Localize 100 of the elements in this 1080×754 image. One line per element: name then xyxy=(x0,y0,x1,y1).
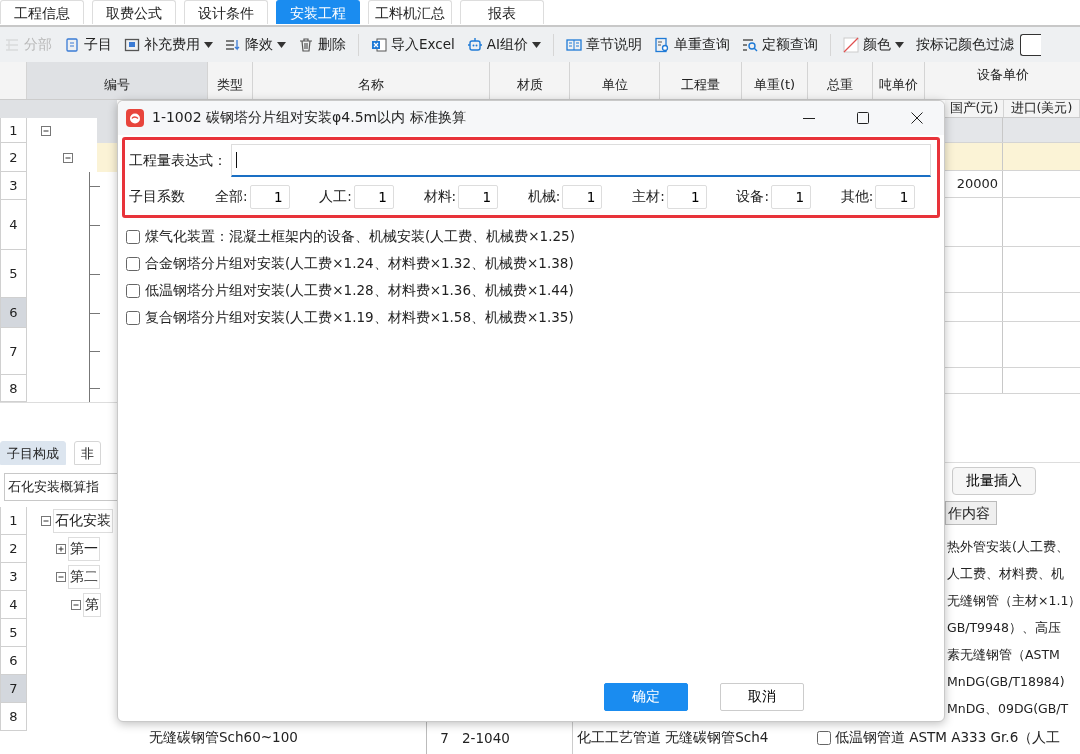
row-number: 3 xyxy=(0,172,27,200)
column-header: 类型 xyxy=(217,75,243,94)
window-icon xyxy=(124,36,140,53)
coefficient-field[interactable]: 1 xyxy=(666,185,707,209)
row-number: 1 xyxy=(0,118,27,143)
table-cell: 化工工艺管道 无缝碳钢管Sch4 xyxy=(572,722,807,754)
column-header: 国产(元) xyxy=(949,100,999,118)
row-number: 2 xyxy=(0,535,27,563)
field-label: 人工: xyxy=(319,188,352,206)
toolbar-button[interactable]: 降效 xyxy=(225,35,286,54)
table-cell-text: 2-1040 xyxy=(462,730,511,746)
close-icon xyxy=(911,112,923,124)
tree-item[interactable]: 第 xyxy=(83,593,101,617)
coefficient-field[interactable]: 1 xyxy=(875,185,916,209)
toolbar-button[interactable]: 导入Excel xyxy=(371,35,455,54)
coefficient-field[interactable]: 1 xyxy=(249,185,290,209)
toolbar-button[interactable]: 颜色 xyxy=(843,35,904,54)
tree-item[interactable]: 无缝碳钢管Sch60~100 xyxy=(117,722,427,754)
toolbar-button[interactable]: AI组价 xyxy=(466,35,541,54)
option-label: 复合钢塔分片组对安装(人工费×1.19、材料费×1.58、机械费×1.35) xyxy=(145,309,574,327)
filter-label: 按标记颜色过滤 xyxy=(916,35,1014,54)
option-label: 合金钢塔分片组对安装(人工费×1.24、材料费×1.32、机械费×1.38) xyxy=(145,255,574,273)
toolbar-button[interactable]: 子目 xyxy=(64,35,112,54)
option-text: 素无缝钢管（ASTM xyxy=(946,646,1061,664)
field-label: 主材: xyxy=(632,188,665,206)
option-text: 热外管安装(人工费、 xyxy=(946,538,1070,556)
clipboard-icon xyxy=(64,36,80,53)
maximize-icon xyxy=(857,112,869,124)
book-icon xyxy=(566,36,582,53)
search-icon xyxy=(742,36,758,53)
tab[interactable]: 设计条件 xyxy=(184,0,268,24)
toolbar-button[interactable]: 章节说明 xyxy=(566,35,642,54)
coefficient-field[interactable]: 1 xyxy=(770,185,811,209)
field-label: 全部: xyxy=(215,188,248,206)
coefficient-field[interactable]: 1 xyxy=(458,185,499,209)
column-header: 材质 xyxy=(516,75,543,94)
caret-icon xyxy=(204,41,213,48)
row-number: 4 xyxy=(0,200,27,250)
tab[interactable]: 工料机汇总 xyxy=(368,0,452,24)
field-label: 工程量表达式： xyxy=(129,151,227,170)
collapse-icon xyxy=(63,152,73,163)
coefficient-field[interactable]: 1 xyxy=(562,185,603,209)
document-search-icon xyxy=(654,36,670,53)
option-label: 煤气化装置：混凝土框架内的设备、机械安装(人工费、机械费×1.25) xyxy=(145,228,575,246)
caret-icon xyxy=(532,41,541,48)
tree-item[interactable]: 第一 xyxy=(68,537,100,561)
batch-insert-button[interactable]: 批量插入 xyxy=(952,467,1036,495)
tab[interactable]: 作内容 xyxy=(945,501,997,525)
table-cell xyxy=(97,143,117,172)
row-number: 7 xyxy=(0,675,27,703)
column-header: 单重(t) xyxy=(753,75,796,94)
column-header: 设备单价 xyxy=(976,66,1029,84)
tab[interactable]: 取费公式 xyxy=(92,0,176,24)
trash-icon xyxy=(298,36,314,53)
field-label: 设备: xyxy=(736,188,769,206)
caret-icon xyxy=(895,41,904,48)
row-number: 8 xyxy=(0,375,27,402)
table-cell: 20000 xyxy=(956,176,998,192)
cancel-button[interactable]: 取消 xyxy=(720,683,804,711)
robot-icon xyxy=(466,36,483,53)
tab[interactable]: 工程信息 xyxy=(0,0,84,24)
field-label: 材料: xyxy=(423,188,457,206)
toolbar-button[interactable]: 删除 xyxy=(298,35,346,54)
row-number: 5 xyxy=(0,250,27,298)
row-number: 7 xyxy=(439,730,450,746)
column-header: 总重 xyxy=(827,75,853,94)
tab[interactable]: 报表 xyxy=(460,0,544,24)
toolbar-button[interactable]: 定额查询 xyxy=(742,35,818,54)
row-number: 6 xyxy=(0,298,27,328)
row-number: 3 xyxy=(0,563,27,591)
color-swatch-icon xyxy=(843,36,859,53)
row-number: 8 xyxy=(0,703,27,731)
column-header: 吨单价 xyxy=(879,75,918,94)
spreadsheet-icon xyxy=(371,36,387,53)
option-text: MnDG、09DG(GB/T xyxy=(946,700,1070,718)
table-cell xyxy=(97,118,117,143)
caret-icon xyxy=(277,41,286,48)
option-text: GB/T9948）、高压 xyxy=(946,619,1062,637)
toolbar-button[interactable]: 补充费用 xyxy=(124,35,213,54)
row-number: 6 xyxy=(0,647,27,675)
tree-item[interactable]: 第二 xyxy=(68,565,100,589)
tree-item[interactable]: 石化安装 xyxy=(53,509,113,533)
row-number: 7 xyxy=(0,328,27,375)
field-label: 子目系数 xyxy=(129,188,185,206)
row-number: 4 xyxy=(0,591,27,619)
toolbar-button[interactable]: 单重查询 xyxy=(654,35,730,54)
field-label: 其他: xyxy=(840,188,874,206)
field-label: 机械: xyxy=(527,188,561,206)
app-logo-icon xyxy=(126,109,144,127)
tab[interactable]: 子目构成 xyxy=(0,441,66,465)
column-header: 单位 xyxy=(601,75,628,94)
row-number: 1 xyxy=(0,507,27,535)
tab[interactable]: 非 xyxy=(74,441,101,465)
row-number: 2 xyxy=(0,143,27,172)
filter-field[interactable] xyxy=(1020,33,1041,56)
expression-field[interactable] xyxy=(231,144,931,177)
column-header: 进口(美元) xyxy=(1010,100,1073,118)
option-text: 人工费、材料费、机 xyxy=(946,565,1065,583)
collapse-icon xyxy=(41,125,51,136)
coefficient-field[interactable]: 1 xyxy=(353,185,394,209)
